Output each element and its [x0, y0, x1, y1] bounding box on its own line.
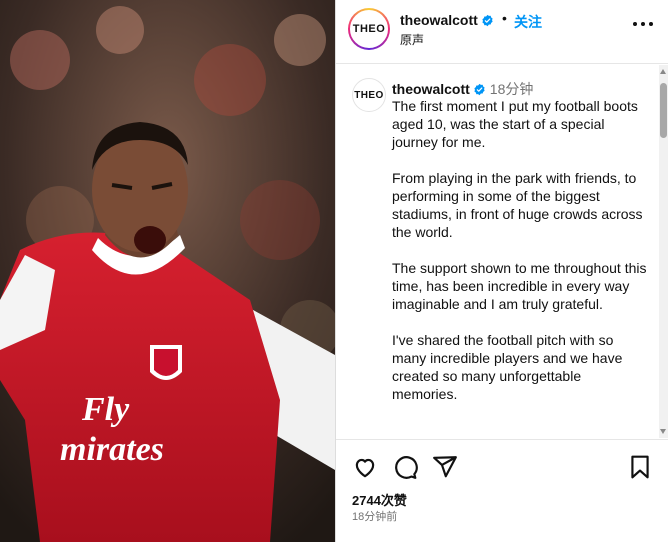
- scroll-down-arrow-icon[interactable]: [660, 429, 666, 434]
- header-avatar-logo: THEO: [352, 12, 386, 46]
- comment-icon[interactable]: [392, 454, 418, 480]
- shirt-sponsor-line2: mirates: [60, 431, 164, 468]
- post-photo: Fly mirates: [0, 0, 335, 542]
- caption-time: 18分钟: [489, 81, 534, 97]
- verified-badge-icon: [474, 83, 485, 96]
- header-username[interactable]: theowalcott: [400, 12, 478, 28]
- scroll-up-arrow-icon[interactable]: [660, 69, 666, 74]
- like-count[interactable]: 2744次赞: [352, 490, 407, 509]
- caption-username[interactable]: theowalcott: [392, 81, 470, 97]
- header-username-row: theowalcott: [400, 12, 494, 28]
- follow-button[interactable]: 关注: [514, 12, 542, 32]
- scrollbar-thumb[interactable]: [660, 83, 667, 138]
- shirt-sponsor-line1: Fly: [81, 391, 130, 428]
- caption-paragraph: The first moment I put my football boots…: [392, 98, 638, 150]
- caption-text: The first moment I put my football boots…: [392, 97, 647, 421]
- post-panel: THEO theowalcott • 关注 原声 THEO theowalcot…: [335, 0, 668, 542]
- share-icon[interactable]: [432, 454, 458, 480]
- caption-paragraph: From playing in the park with friends, t…: [392, 170, 643, 240]
- header-separator: •: [502, 10, 507, 26]
- caption-scrollbar[interactable]: [659, 65, 668, 438]
- caption-avatar[interactable]: THEO: [352, 78, 386, 112]
- post-timestamp[interactable]: 18分钟前: [352, 508, 397, 524]
- heart-icon[interactable]: [352, 454, 378, 480]
- caption-area[interactable]: THEO theowalcott 18分钟 The first moment I …: [336, 65, 668, 438]
- bookmark-icon[interactable]: [627, 454, 653, 480]
- caption-paragraph: The support shown to me throughout this …: [392, 260, 647, 312]
- original-audio-label[interactable]: 原声: [400, 31, 424, 48]
- post-media[interactable]: Fly mirates: [0, 0, 335, 542]
- caption-paragraph: I've shared the football pitch with so m…: [392, 332, 623, 402]
- post-footer: 2744次赞 18分钟前: [336, 439, 668, 542]
- verified-badge-icon: [482, 14, 493, 27]
- header-avatar[interactable]: THEO: [348, 8, 390, 50]
- post-header: THEO theowalcott • 关注 原声: [336, 0, 668, 64]
- more-options-icon[interactable]: [633, 22, 653, 28]
- caption-header: theowalcott 18分钟: [392, 79, 533, 99]
